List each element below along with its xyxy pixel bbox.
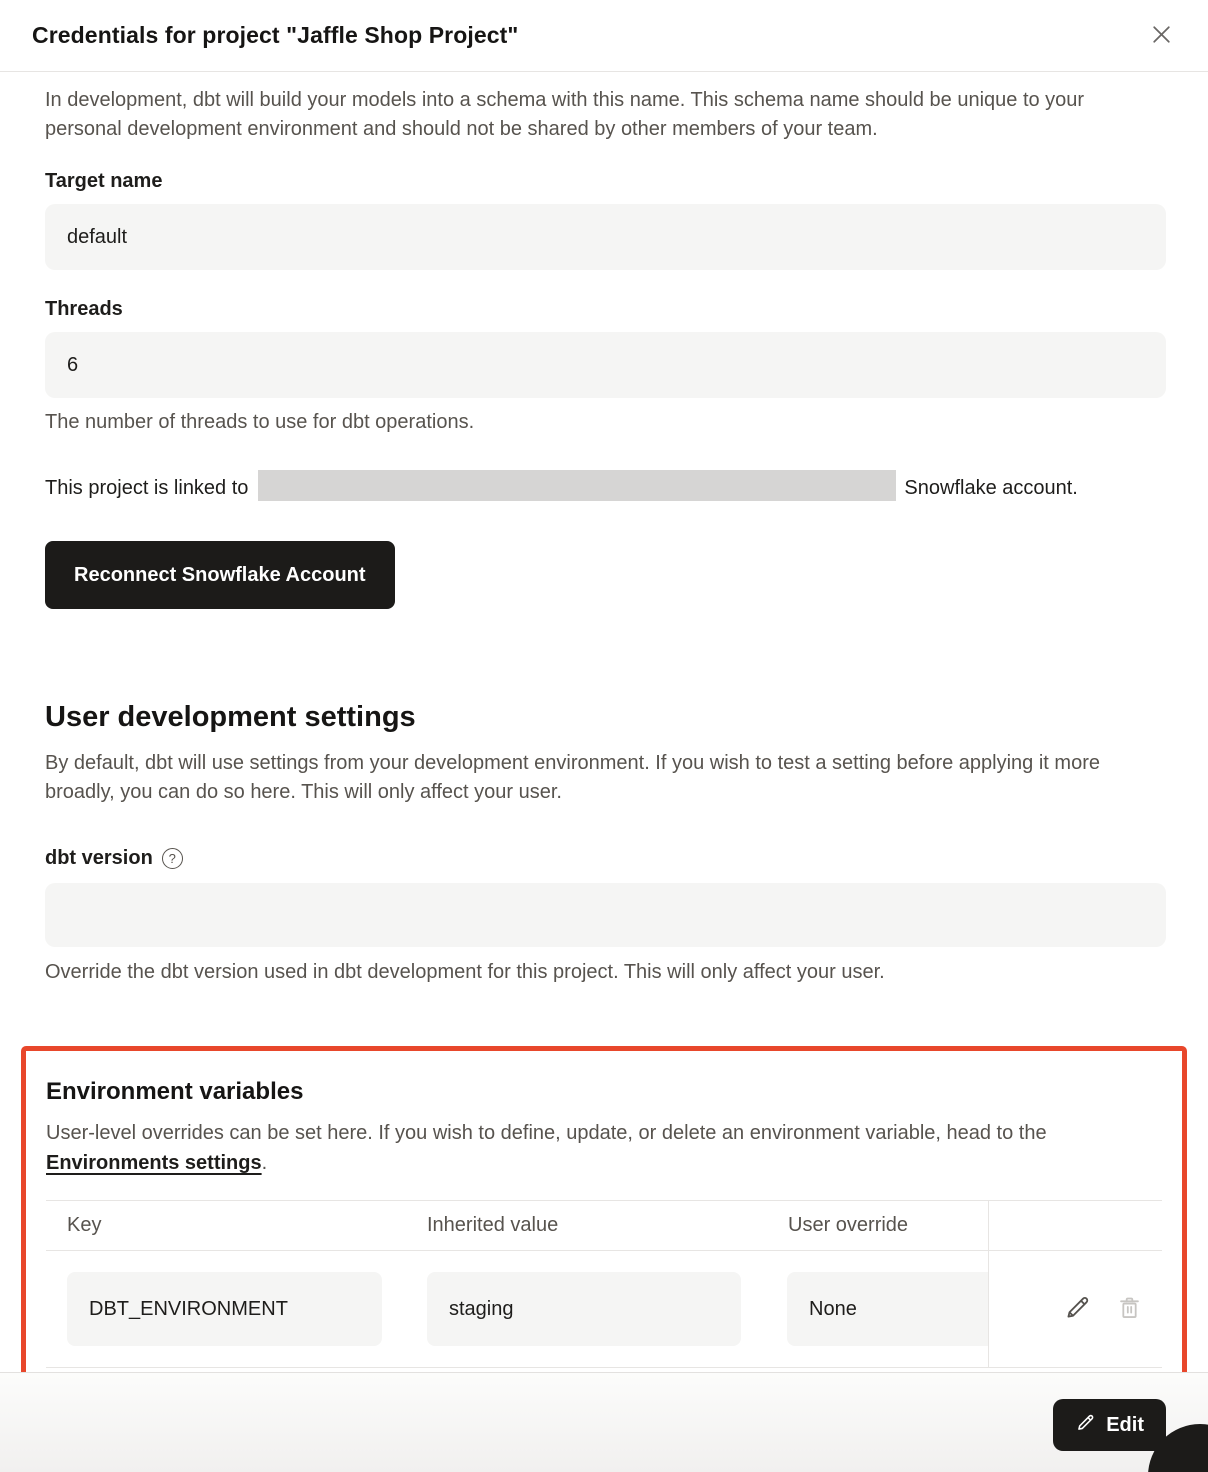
environments-settings-link[interactable]: Environments settings — [46, 1152, 262, 1174]
modal-footer: Edit — [0, 1372, 1208, 1472]
user-dev-settings-heading: User development settings — [45, 701, 1166, 734]
edit-row-button[interactable] — [1063, 1293, 1092, 1325]
user-dev-settings-description: By default, dbt will use settings from y… — [45, 749, 1166, 807]
close-icon — [1149, 22, 1174, 50]
target-name-label: Target name — [45, 170, 1166, 193]
environment-variables-highlight-box: Environment variables User-level overrid… — [21, 1046, 1187, 1390]
env-var-inherited-value: staging — [427, 1272, 741, 1346]
env-vars-desc-after: . — [262, 1152, 268, 1174]
redacted-account-name — [258, 470, 896, 501]
pencil-icon — [1063, 1293, 1092, 1325]
env-var-user-override-value: None — [787, 1272, 988, 1346]
env-var-key-value: DBT_ENVIRONMENT — [67, 1272, 382, 1346]
column-header-actions — [988, 1201, 1162, 1250]
edit-button-label: Edit — [1106, 1414, 1144, 1437]
table-header-row: Key Inherited value User override — [46, 1201, 1162, 1251]
credentials-modal: Credentials for project "Jaffle Shop Pro… — [0, 0, 1208, 1472]
snowflake-linked-text: This project is linked to Snowflake accou… — [45, 470, 1166, 507]
environment-variables-heading: Environment variables — [46, 1078, 1162, 1106]
snowflake-linked-text-before: This project is linked to — [45, 477, 248, 499]
column-header-inherited-value: Inherited value — [406, 1201, 767, 1250]
threads-input[interactable] — [45, 332, 1166, 398]
modal-header: Credentials for project "Jaffle Shop Pro… — [0, 0, 1208, 72]
threads-help-text: The number of threads to use for dbt ope… — [45, 411, 1166, 434]
dbt-version-label: dbt version — [45, 847, 153, 870]
threads-label: Threads — [45, 298, 1166, 321]
reconnect-snowflake-button[interactable]: Reconnect Snowflake Account — [45, 541, 395, 609]
snowflake-linked-text-after: Snowflake account. — [904, 477, 1077, 499]
environment-variables-table: Key Inherited value User override DBT_EN… — [46, 1200, 1162, 1368]
env-vars-desc-before: User-level overrides can be set here. If… — [46, 1122, 1047, 1144]
delete-row-button[interactable] — [1116, 1294, 1143, 1324]
modal-title: Credentials for project "Jaffle Shop Pro… — [32, 22, 518, 49]
dbt-version-help-text: Override the dbt version used in dbt dev… — [45, 961, 1166, 984]
column-header-user-override: User override — [767, 1201, 988, 1250]
question-circle-icon[interactable]: ? — [162, 848, 183, 869]
edit-button[interactable]: Edit — [1053, 1399, 1166, 1451]
close-button[interactable] — [1144, 19, 1178, 53]
environment-variables-description: User-level overrides can be set here. If… — [46, 1118, 1162, 1178]
trash-icon — [1116, 1294, 1143, 1324]
column-header-key: Key — [46, 1201, 406, 1250]
reconnect-snowflake-label: Reconnect Snowflake Account — [74, 564, 366, 587]
table-row: DBT_ENVIRONMENT staging None — [46, 1251, 1162, 1368]
schema-description: In development, dbt will build your mode… — [45, 86, 1166, 144]
dbt-version-input[interactable] — [45, 883, 1166, 947]
target-name-input[interactable] — [45, 204, 1166, 270]
pencil-icon — [1075, 1412, 1096, 1439]
modal-body: In development, dbt will build your mode… — [0, 86, 1208, 1390]
